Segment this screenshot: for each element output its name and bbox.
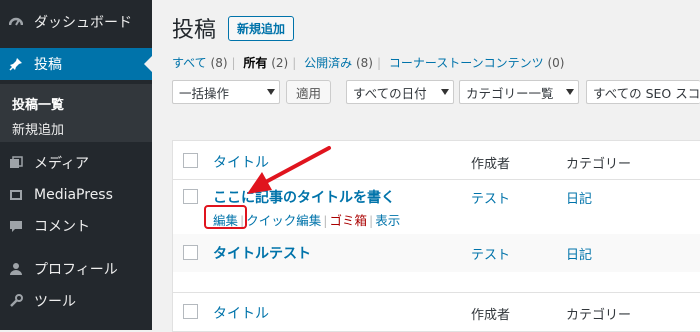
seo-filter-value: すべての SEO スコア <box>593 85 700 101</box>
column-author-footer: 作成者 <box>471 308 511 323</box>
user-icon <box>9 262 23 276</box>
add-new-button[interactable]: 新規追加 <box>228 16 295 41</box>
sidebar-item-profile[interactable]: プロフィール <box>0 253 152 285</box>
view-link[interactable]: 表示 <box>375 213 400 228</box>
mediapress-icon <box>9 188 23 202</box>
column-title-header[interactable]: タイトル <box>213 152 269 172</box>
filter-all-count: (8) <box>210 56 228 70</box>
chevron-down-icon <box>566 89 574 95</box>
table-row: タイトルテスト テスト 日記 <box>173 234 700 272</box>
column-title-footer[interactable]: タイトル <box>213 303 269 323</box>
sidebar-item-tools[interactable]: ツール <box>0 285 152 317</box>
sidebar-item-label: 投稿 <box>34 57 62 73</box>
submenu-add-new[interactable]: 新規追加 <box>12 119 64 138</box>
submenu-posts-list[interactable]: 投稿一覧 <box>12 94 64 113</box>
trash-link[interactable]: ゴミ箱 <box>329 213 367 228</box>
posts-submenu: 投稿一覧 新規追加 <box>0 84 152 142</box>
post-title-link[interactable]: タイトルテスト <box>213 243 311 263</box>
filter-mine-count: (2) <box>271 56 289 70</box>
column-category-footer: カテゴリー <box>566 308 632 323</box>
post-status-filters: すべて (8) | 所有 (2) | 公開済み (8) | コーナーストーンコンテンツ… <box>172 56 565 70</box>
sidebar-item-comments[interactable]: コメント <box>0 210 152 242</box>
column-author-header: 作成者 <box>471 157 511 172</box>
filter-cornerstone[interactable]: コーナーストーンコンテンツ <box>389 56 544 70</box>
sidebar-item-posts[interactable]: 投稿 <box>0 48 152 80</box>
filter-mine[interactable]: 所有 <box>243 56 267 70</box>
sidebar-item-label: MediaPress <box>34 187 113 203</box>
bulk-action-select[interactable]: 一括操作 <box>172 80 280 104</box>
table-header-row: タイトル 作成者 カテゴリー <box>173 141 700 180</box>
pin-icon <box>9 57 23 71</box>
filter-published[interactable]: 公開済み <box>304 56 352 70</box>
select-all-checkbox[interactable] <box>183 304 198 319</box>
sidebar-item-mediapress[interactable]: MediaPress <box>0 179 152 211</box>
date-filter-value: すべての日付 <box>353 85 427 101</box>
post-author[interactable]: テスト <box>471 188 510 207</box>
edit-highlight-box <box>204 205 247 229</box>
tools-icon <box>9 294 23 308</box>
category-filter-value: カテゴリー一覧 <box>466 85 554 101</box>
main-content: 投稿 新規追加 すべて (8) | 所有 (2) | 公開済み (8) | コーナース… <box>152 0 700 332</box>
quick-edit-link[interactable]: クイック編集 <box>246 213 321 228</box>
filter-all[interactable]: すべて <box>172 56 207 70</box>
post-title-link[interactable]: ここに記事のタイトルを書く <box>213 187 395 207</box>
seo-filter-select[interactable]: すべての SEO スコア <box>586 80 700 104</box>
dashboard-icon <box>9 15 23 29</box>
apply-button[interactable]: 適用 <box>286 80 331 104</box>
sidebar-item-label: メディア <box>34 156 90 172</box>
row-checkbox[interactable] <box>183 189 198 204</box>
sidebar-item-dashboard[interactable]: ダッシュボード <box>0 6 152 38</box>
column-category-header: カテゴリー <box>566 157 632 172</box>
posts-table: タイトル 作成者 カテゴリー ここに記事のタイトルを書く テスト 日記 編集 | ク… <box>172 140 700 332</box>
sidebar-item-label: コメント <box>34 219 90 235</box>
admin-sidebar: ダッシュボード 投稿 投稿一覧 新規追加 メディア MediaPress コメン… <box>0 0 152 330</box>
chevron-down-icon <box>441 89 449 95</box>
post-author[interactable]: テスト <box>471 244 510 263</box>
sidebar-item-label: ダッシュボード <box>34 15 132 31</box>
post-category[interactable]: 日記 <box>566 244 592 263</box>
sidebar-item-media[interactable]: メディア <box>0 147 152 179</box>
post-category[interactable]: 日記 <box>566 188 592 207</box>
row-checkbox[interactable] <box>183 245 198 260</box>
date-filter-select[interactable]: すべての日付 <box>346 80 454 104</box>
select-all-checkbox[interactable] <box>183 153 198 168</box>
table-footer-row: タイトル 作成者 カテゴリー <box>173 292 700 331</box>
chevron-down-icon <box>267 89 275 95</box>
page-title: 投稿 <box>172 18 217 43</box>
sidebar-item-label: ツール <box>34 294 76 310</box>
sidebar-item-label: プロフィール <box>34 262 118 278</box>
category-filter-select[interactable]: カテゴリー一覧 <box>459 80 579 104</box>
bulk-action-value: 一括操作 <box>179 85 230 101</box>
comment-icon <box>9 219 23 233</box>
filter-published-count: (8) <box>355 56 373 70</box>
table-row: ここに記事のタイトルを書く テスト 日記 編集 | クイック編集 | ゴミ箱 | 表示 <box>173 180 700 234</box>
filter-cornerstone-count: (0) <box>547 56 565 70</box>
media-icon <box>9 156 23 170</box>
